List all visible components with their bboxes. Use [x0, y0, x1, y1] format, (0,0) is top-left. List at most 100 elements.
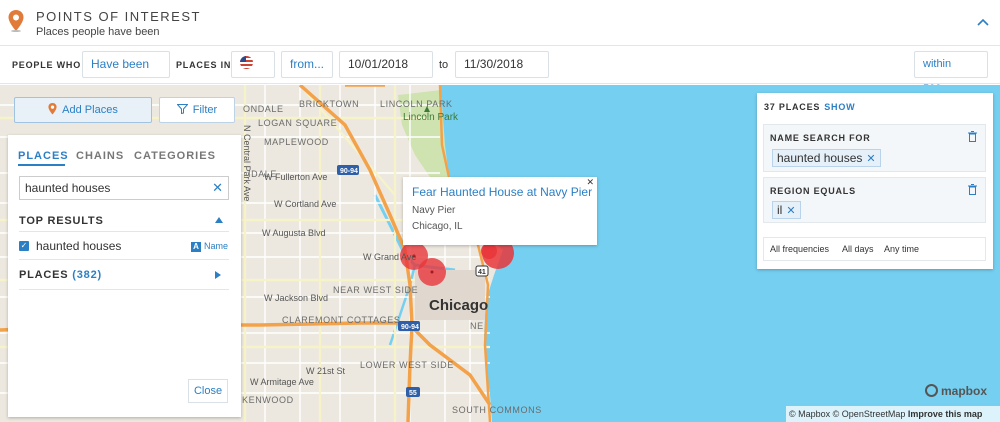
shield-90-94-north: 90-94: [340, 168, 358, 175]
top-results-heading: TOP RESULTS: [19, 215, 104, 227]
claremont-label: CLAREMONT COTTAGES: [282, 315, 400, 325]
add-places-button[interactable]: Add Places: [14, 97, 152, 123]
name-badge-label: Name: [204, 241, 229, 251]
popup-title-link[interactable]: Fear Haunted House at Navy Pier: [412, 185, 592, 199]
poi-popup: Fear Haunted House at Navy Pier Navy Pie…: [403, 177, 597, 245]
grand-label: W Grand Ave: [363, 252, 416, 262]
shield-90-94-south: 90-94: [401, 324, 419, 331]
clear-search-icon[interactable]: ✕: [212, 177, 223, 199]
places-count-label: 37 PLACES: [764, 102, 821, 112]
poi-header: POINTS OF INTEREST Places people have be…: [0, 0, 1000, 46]
funnel-icon: [176, 104, 189, 115]
divider: [19, 289, 229, 290]
places-heading[interactable]: PLACES (382): [19, 269, 102, 281]
trash-icon[interactable]: [968, 184, 977, 195]
us-flag-icon: [240, 56, 253, 69]
region-label: REGION EQUALS: [770, 186, 856, 196]
kenwood-label: KENWOOD: [242, 395, 294, 405]
remove-chip-icon[interactable]: ✕: [866, 153, 875, 165]
mapbox-logo: mapbox: [925, 384, 987, 398]
name-chip-label: haunted houses: [777, 151, 863, 165]
result-checkbox[interactable]: ✓: [19, 241, 29, 251]
popup-location: Chicago, IL: [412, 221, 463, 232]
add-places-label: Add Places: [62, 104, 118, 116]
map-pin-icon: [48, 103, 57, 115]
show-link[interactable]: SHOW: [824, 102, 855, 112]
active-tab-indicator: [18, 164, 65, 166]
south-commons-label: SOUTH COMMONS: [452, 405, 542, 415]
from-dropdown[interactable]: from...: [281, 51, 333, 78]
lincoln-park-neighborhood-label: LINCOLN PARK: [380, 99, 453, 109]
time-filters: All frequencies All days Any time: [763, 237, 986, 261]
result-label: haunted houses: [36, 239, 122, 253]
within-radius-dropdown[interactable]: within 500m: [914, 51, 988, 95]
region-chip-label: il: [777, 203, 783, 217]
name-chip: haunted houses ✕: [772, 149, 881, 167]
places-in-label: PLACES IN: [176, 60, 232, 70]
popup-venue: Navy Pier: [412, 205, 456, 216]
name-search-filter: NAME SEARCH FOR haunted houses ✕: [763, 124, 986, 172]
name-search-label: NAME SEARCH FOR: [770, 133, 871, 143]
near-west-label: NEAR WEST SIDE: [333, 285, 418, 295]
osm-attribution-link[interactable]: © OpenStreetMap: [833, 409, 906, 419]
filters-summary-panel: 37 PLACES SHOW NAME SEARCH FOR haunted ho…: [757, 93, 993, 269]
page-title: POINTS OF INTEREST: [36, 9, 201, 24]
central-park-label: N Central Park Ave: [242, 125, 252, 201]
ondale-label: ONDALE: [243, 104, 284, 114]
days-filter[interactable]: All days: [842, 244, 874, 254]
collapse-triangle-icon[interactable]: [215, 217, 223, 223]
map-pin-icon: [8, 10, 24, 32]
name-match-badge: A Name: [191, 241, 228, 252]
divider: [19, 231, 229, 232]
time-filter[interactable]: Any time: [884, 244, 919, 254]
mapbox-logo-text: mapbox: [941, 384, 988, 398]
shield-41: 41: [478, 269, 486, 276]
jackson-label: W Jackson Blvd: [264, 293, 328, 303]
remove-chip-icon[interactable]: ✕: [786, 205, 795, 217]
divider: [19, 259, 229, 260]
lower-west-label: LOWER WEST SIDE: [360, 360, 454, 370]
augusta-label: W Augusta Blvd: [262, 228, 326, 238]
shield-55: 55: [409, 390, 417, 397]
places-count: (382): [72, 269, 102, 281]
frequency-filter[interactable]: All frequencies: [770, 244, 829, 254]
chicago-city-label: Chicago: [429, 297, 488, 314]
region-filter: REGION EQUALS il ✕: [763, 177, 986, 223]
people-who-dropdown[interactable]: Have been at: [82, 51, 170, 96]
improve-map-link[interactable]: Improve this map: [908, 409, 983, 419]
close-popup-icon[interactable]: ✕: [586, 177, 594, 188]
mapbox-attribution-link[interactable]: © Mapbox: [789, 409, 830, 419]
start-date-input[interactable]: 10/01/2018: [339, 51, 433, 78]
filter-bar: PEOPLE WHO Have been at PLACES IN US fro…: [0, 46, 1000, 96]
ne-label: NE: [470, 321, 484, 331]
filter-button[interactable]: Filter: [159, 97, 235, 123]
places-label: PLACES: [19, 269, 69, 281]
places-search-panel: PLACES CHAINS CATEGORIES haunted houses …: [8, 135, 241, 417]
country-dropdown[interactable]: US: [231, 51, 275, 94]
places-search-input[interactable]: haunted houses ✕: [19, 176, 229, 200]
filter-label: Filter: [192, 104, 218, 116]
expand-triangle-icon[interactable]: [215, 271, 221, 279]
map-attribution: © Mapbox © OpenStreetMap Improve this ma…: [786, 406, 1000, 422]
end-date-input[interactable]: 11/30/2018: [455, 51, 549, 78]
mapbox-logo-icon: [925, 384, 938, 397]
tab-categories[interactable]: CATEGORIES: [134, 150, 216, 162]
21st-label: W 21st St: [306, 366, 346, 376]
to-label: to: [439, 59, 449, 71]
logan-square-label: LOGAN SQUARE: [258, 118, 337, 128]
fullerton-label: W Fullerton Ave: [264, 172, 327, 182]
letter-a-icon: A: [191, 242, 201, 252]
tab-chains[interactable]: CHAINS: [76, 150, 124, 162]
maplewood-label: MAPLEWOOD: [264, 137, 329, 147]
cortland-label: W Cortland Ave: [274, 199, 336, 209]
people-who-label: PEOPLE WHO: [12, 60, 82, 70]
tab-places[interactable]: PLACES: [18, 150, 69, 162]
trash-icon[interactable]: [968, 131, 977, 142]
chevron-up-icon[interactable]: [976, 14, 990, 28]
close-button[interactable]: Close: [188, 379, 228, 403]
region-chip: il ✕: [772, 201, 801, 219]
page-subtitle: Places people have been: [36, 26, 160, 38]
search-value: haunted houses: [25, 181, 111, 195]
places-count-summary: 37 PLACES SHOW: [764, 102, 855, 112]
lincoln-park-label: Lincoln Park: [403, 112, 459, 123]
